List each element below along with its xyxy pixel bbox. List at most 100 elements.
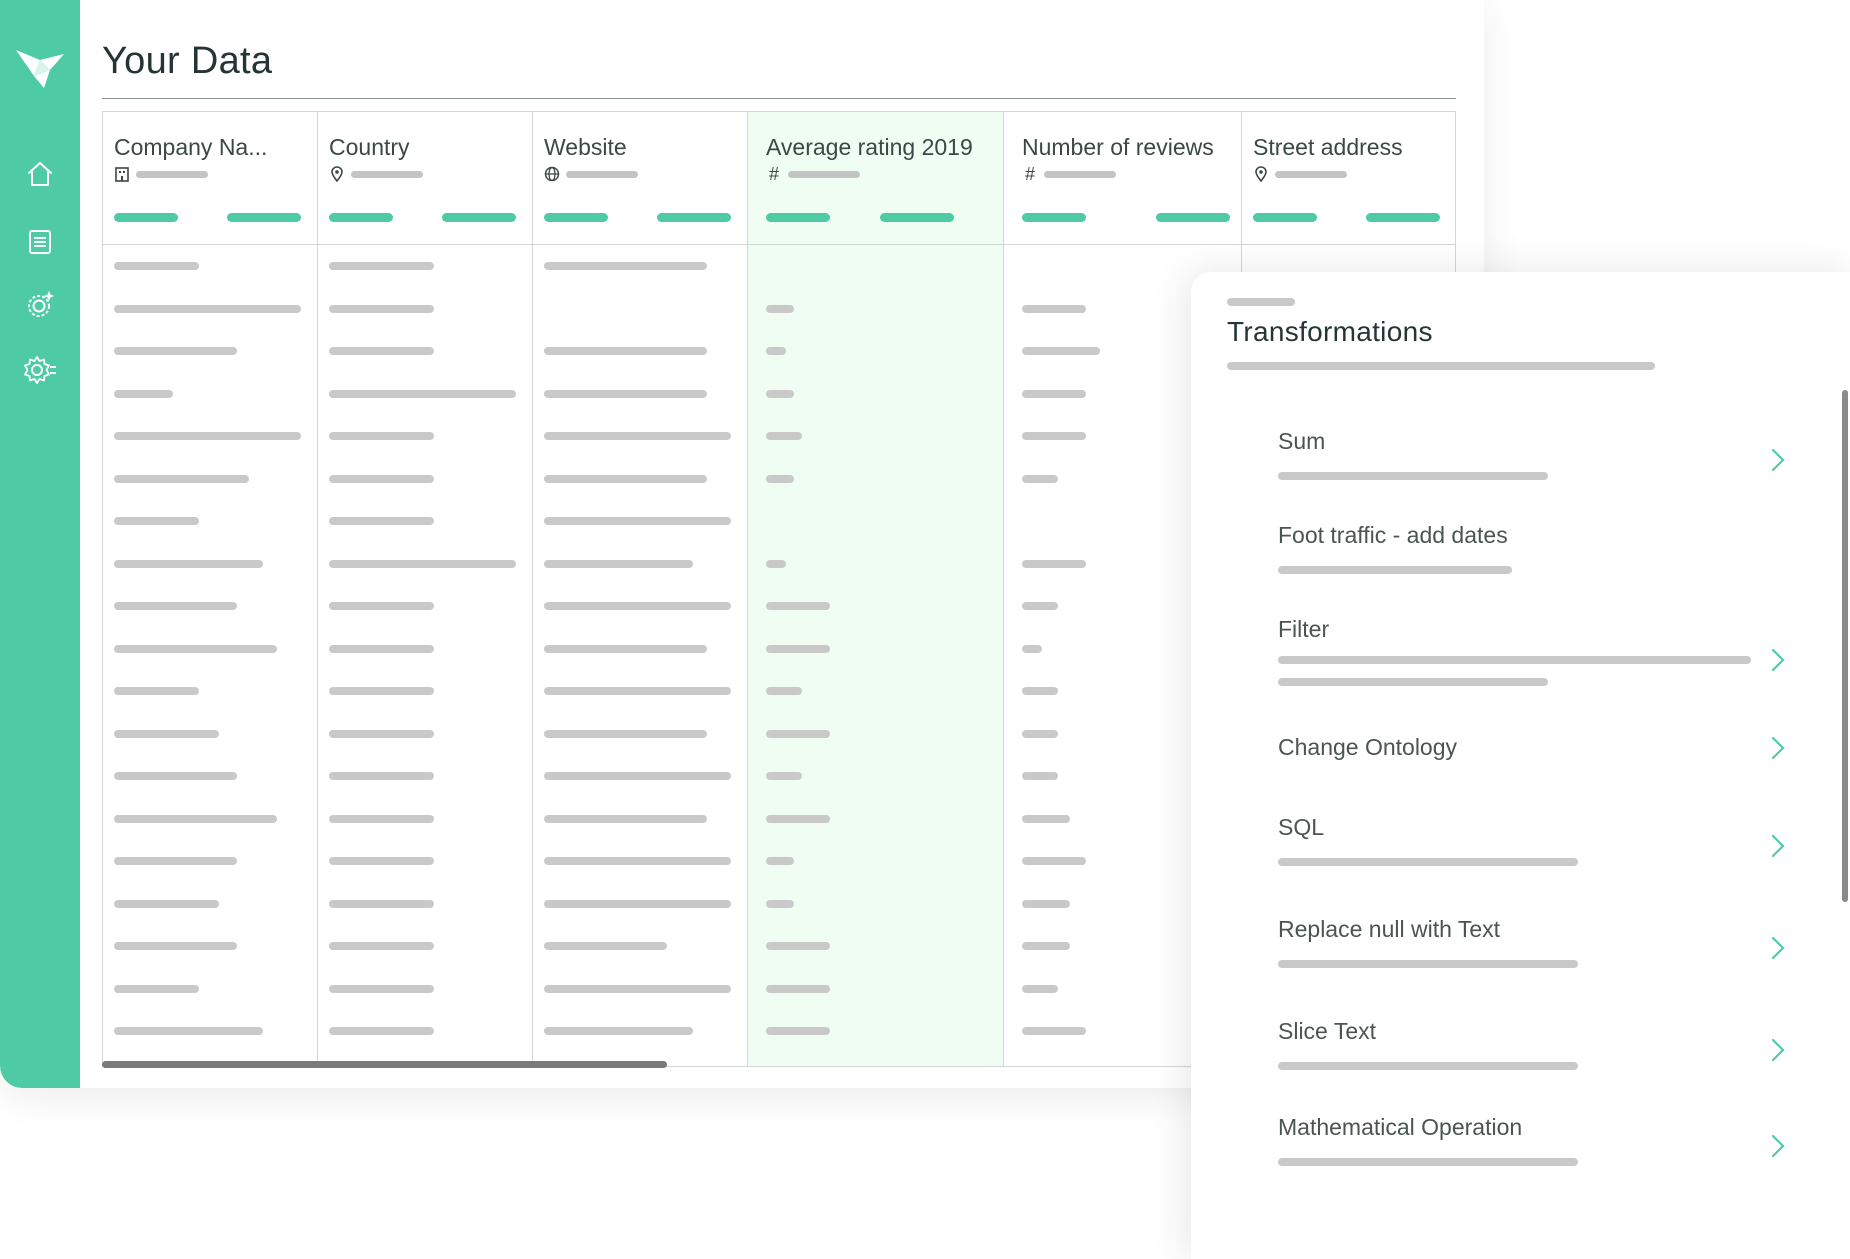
building-icon (115, 167, 129, 182)
column-header-label[interactable]: Number of reviews (1022, 134, 1214, 161)
cell-placeholder (766, 899, 794, 908)
transformation-item-slice-text[interactable]: Slice Text (1278, 1018, 1818, 1082)
transformation-item-filter[interactable]: Filter (1278, 616, 1818, 700)
column-header[interactable]: Company Na... (103, 112, 317, 245)
quality-bar (1156, 213, 1230, 222)
cell-placeholder (1022, 559, 1086, 568)
sidebar (0, 0, 80, 1088)
cell-placeholder (544, 559, 693, 568)
transformation-item-sql[interactable]: SQL (1278, 814, 1818, 878)
cell-placeholder (544, 942, 667, 950)
column-header-label[interactable]: Company Na... (114, 134, 267, 161)
cell-placeholder (114, 814, 277, 823)
quality-bar (1366, 213, 1440, 222)
cell-placeholder (114, 602, 237, 610)
cell-placeholder (766, 857, 794, 865)
quality-bar (114, 213, 178, 222)
cell-placeholder (114, 984, 199, 993)
title-divider (102, 98, 1456, 99)
transformation-item-mathematical-operation[interactable]: Mathematical Operation (1278, 1114, 1818, 1178)
cell-placeholder (766, 814, 830, 823)
cell-placeholder (1022, 304, 1086, 313)
cell-placeholder (766, 942, 830, 950)
cell-placeholder (329, 644, 434, 653)
cell-placeholder (544, 432, 731, 440)
column-header-label[interactable]: Country (329, 134, 410, 161)
column-header[interactable]: Average rating 2019 # (748, 112, 1003, 245)
sidebar-item-integrations[interactable] (0, 282, 80, 326)
sidebar-item-settings[interactable] (0, 348, 80, 392)
column-header[interactable]: Website (533, 112, 747, 245)
cell-placeholder (544, 729, 707, 738)
cell-placeholder (544, 899, 731, 908)
cell-placeholder (329, 602, 434, 610)
cell-placeholder (114, 772, 237, 780)
panel-placeholder (1227, 362, 1655, 370)
page-title: Your Data (102, 40, 273, 82)
transformation-label: Replace null with Text (1278, 916, 1501, 942)
cell-placeholder (544, 389, 707, 398)
cell-placeholder (544, 857, 731, 865)
cell-placeholder (1022, 347, 1100, 355)
cell-placeholder (329, 347, 434, 355)
transformation-item-foot-traffic[interactable]: Foot traffic - add dates (1278, 522, 1818, 586)
column-header[interactable]: Street address (1242, 112, 1456, 245)
column-header-label[interactable]: Average rating 2019 (766, 134, 973, 161)
cell-placeholder (329, 687, 434, 695)
cell-placeholder (114, 729, 219, 738)
quality-bar (544, 213, 608, 222)
cell-placeholder (544, 772, 731, 780)
cell-placeholder (329, 899, 434, 908)
cell-placeholder (329, 517, 434, 525)
quality-bar (442, 213, 516, 222)
cell-placeholder (329, 1027, 434, 1035)
cell-placeholder (766, 389, 794, 398)
cell-placeholder (544, 687, 731, 695)
origami-bird-logo[interactable] (14, 46, 66, 94)
description-placeholder (1278, 678, 1548, 686)
cell-placeholder (329, 729, 434, 738)
column-header[interactable]: Number of reviews # (1004, 112, 1241, 245)
column-website: Website (533, 112, 748, 1066)
transformation-item-change-ontology[interactable]: Change Ontology (1278, 734, 1818, 774)
location-pin-icon (331, 166, 343, 182)
column-header[interactable]: Country (318, 112, 532, 245)
cell-placeholder (544, 474, 707, 483)
quality-bar (880, 213, 954, 222)
gear-icon (24, 356, 56, 384)
chevron-right-icon (1771, 936, 1785, 960)
cell-placeholder (114, 644, 277, 653)
panel-placeholder (1227, 298, 1295, 306)
cell-placeholder (1022, 984, 1058, 993)
cell-placeholder (766, 474, 794, 483)
cell-placeholder (766, 559, 786, 568)
transformation-label: Foot traffic - add dates (1278, 522, 1508, 548)
cell-placeholder (1022, 474, 1058, 483)
chevron-right-icon (1771, 736, 1785, 760)
cell-placeholder (544, 984, 731, 993)
horizontal-scrollbar[interactable] (102, 1061, 667, 1068)
cell-placeholder (114, 432, 301, 440)
cell-placeholder (329, 304, 434, 313)
sidebar-item-home[interactable] (0, 152, 80, 196)
cell-placeholder (766, 1027, 830, 1035)
cell-placeholder (766, 432, 802, 440)
sidebar-item-data[interactable] (0, 220, 80, 264)
cell-placeholder (544, 262, 707, 270)
globe-icon (544, 166, 560, 182)
description-placeholder (1278, 858, 1578, 866)
transformation-item-sum[interactable]: Sum (1278, 428, 1818, 492)
description-placeholder (1278, 960, 1578, 968)
transformation-item-replace-null[interactable]: Replace null with Text (1278, 916, 1818, 980)
vertical-scrollbar[interactable] (1842, 390, 1848, 902)
cell-placeholder (114, 389, 173, 398)
cell-placeholder (329, 262, 434, 270)
description-placeholder (1278, 1158, 1578, 1166)
column-average-rating-2019: Average rating 2019 # (748, 112, 1004, 1066)
column-header-label[interactable]: Website (544, 134, 627, 161)
hash-icon: # (1024, 164, 1035, 184)
hash-icon: # (768, 164, 779, 184)
column-header-label[interactable]: Street address (1253, 134, 1403, 161)
cell-placeholder (114, 857, 237, 865)
home-icon (28, 162, 52, 186)
